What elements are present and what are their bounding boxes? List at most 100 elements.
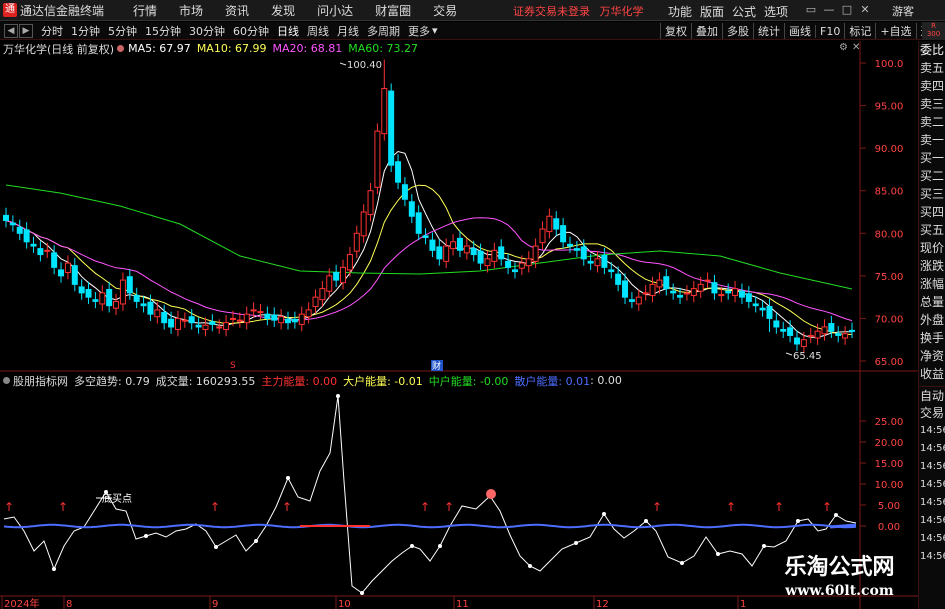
retail-energy-end (829, 523, 857, 529)
up-ticker[interactable]: R 300 (922, 22, 945, 40)
candle-up (119, 279, 126, 305)
candle-up (216, 326, 223, 329)
side-panel: 委比 卖五 卖四 卖三 卖二 卖一 买一 买二 买三 买四 买五 现价 涨跌 涨… (918, 41, 945, 609)
ma-settings-icon[interactable] (117, 45, 125, 52)
side-sell5[interactable]: 卖五 (919, 59, 945, 77)
menu-wealth[interactable]: 财富圈 (375, 2, 411, 19)
indicator-axis-label: 10.00 (875, 480, 904, 491)
candle-down (477, 250, 484, 264)
period-daily[interactable]: 日线 (277, 23, 299, 39)
trend-dot (680, 561, 684, 565)
period-multi[interactable]: 多周期 (367, 23, 400, 39)
candle-down (92, 299, 99, 302)
trend-dot (254, 539, 258, 543)
price-axis-label: 65.00 (875, 357, 904, 368)
next-arrow-icon[interactable]: ▶ (19, 23, 33, 38)
close-icon[interactable]: ✕ (858, 3, 872, 17)
candle-down (677, 294, 684, 298)
candle-down (9, 222, 16, 226)
toolbar-multi[interactable]: 多股 (722, 23, 753, 39)
side-wei-bi[interactable]: 委比 (919, 41, 945, 59)
side-sell3[interactable]: 卖三 (919, 95, 945, 113)
side-outer: 外盘 (920, 313, 945, 327)
candle-down (401, 184, 408, 200)
candle-down (456, 237, 463, 251)
period-more[interactable]: 更多 (408, 23, 430, 39)
chart-area[interactable]: ↑ ↑ ↑ ↑ ↑ ↑ ↑ ↑ ↑ ↑ 100.095.0090.0085.0080.0075.0… (0, 41, 918, 609)
candle-down (429, 239, 436, 251)
period-30min[interactable]: 30分钟 (189, 23, 225, 39)
period-5min[interactable]: 5分钟 (108, 23, 137, 39)
side-time-2: 14:56 (920, 443, 945, 454)
menu-ask[interactable]: 问小达 (317, 2, 353, 19)
side-buy2[interactable]: 买二 (919, 167, 945, 185)
indicator-header: 股朋指标网 多空趋势: 0.79 成交量: 160293.55 主力能量: 0.… (0, 373, 622, 388)
maximize-icon[interactable]: □ (840, 3, 854, 17)
toolbar-overlay[interactable]: 叠加 (691, 23, 722, 39)
candle-down (30, 243, 37, 247)
candle-down (395, 161, 402, 183)
period-1min[interactable]: 1分钟 (71, 23, 100, 39)
skin-icon[interactable]: ▭ (804, 3, 818, 17)
candle-up (635, 296, 642, 305)
side-auto[interactable]: 自动 (919, 386, 945, 404)
side-sell4[interactable]: 卖四 (919, 77, 945, 95)
menu-trade[interactable]: 交易 (433, 2, 457, 19)
toolbar-stats[interactable]: 统计 (753, 23, 784, 39)
candle-down (587, 260, 594, 264)
prev-arrow-icon[interactable]: ◀ (4, 23, 18, 38)
candle-up (539, 228, 546, 244)
candle-up (278, 316, 285, 324)
side-change: 涨跌 (920, 259, 945, 273)
more-dropdown-icon[interactable]: ▾ (432, 24, 438, 37)
period-weekly[interactable]: 周线 (307, 23, 329, 39)
title-bar: 通 通达信金融终端 行情 市场 资讯 发现 问小达 财富圈 交易 证券交易未登录… (0, 0, 945, 21)
side-trade[interactable]: 交易 (919, 404, 945, 422)
candle-down (161, 311, 168, 324)
side-sell2[interactable]: 卖二 (919, 113, 945, 131)
guest-login[interactable]: 游客 (892, 3, 914, 19)
toolbar-add-watchlist[interactable]: +自选 (875, 23, 915, 39)
candle-down (388, 90, 395, 166)
period-60min[interactable]: 60分钟 (233, 23, 269, 39)
toolbar-f10[interactable]: F10 (815, 24, 844, 38)
menu-quotes[interactable]: 行情 (133, 2, 157, 19)
candle-up (360, 211, 367, 237)
period-monthly[interactable]: 月线 (337, 23, 359, 39)
menu-news[interactable]: 资讯 (225, 2, 249, 19)
period-bar: ◀ ▶ 分时 1分钟 5分钟 15分钟 30分钟 60分钟 日线 周线 月线 多… (0, 22, 945, 40)
trend-dot (214, 545, 218, 549)
side-buy5[interactable]: 买五 (919, 221, 945, 239)
candle-down (511, 269, 518, 273)
menu-formula[interactable]: 公式 (732, 3, 756, 20)
menu-discover[interactable]: 发现 (271, 2, 295, 19)
broker-status[interactable]: 证券交易未登录 万华化学 (513, 3, 644, 19)
ma60-label: MA60: 73.27 (348, 42, 418, 55)
side-buy3[interactable]: 买三 (919, 185, 945, 203)
toolbar-draw[interactable]: 画线 (784, 23, 815, 39)
settings-gear-icon[interactable]: ⚙ (839, 42, 848, 53)
side-volume: 总量 (920, 295, 945, 309)
menu-layout[interactable]: 版面 (700, 3, 724, 20)
x-axis-label: 10 (338, 599, 351, 609)
menu-function[interactable]: 功能 (668, 3, 692, 20)
side-buy4[interactable]: 买四 (919, 203, 945, 221)
buy-arrow-icon: ↑ (4, 500, 14, 514)
side-sell1[interactable]: 卖一 (919, 131, 945, 149)
period-tick[interactable]: 分时 (41, 23, 63, 39)
menu-options[interactable]: 选项 (764, 3, 788, 20)
toolbar-mark[interactable]: 标记 (844, 23, 875, 39)
candle-up (64, 262, 71, 273)
side-price: 现价 (920, 241, 945, 255)
indicator-settings-icon[interactable] (3, 377, 10, 384)
candle-up (319, 288, 326, 301)
chart-close-icon[interactable]: ✕ (852, 42, 860, 53)
candle-up (174, 317, 181, 330)
side-buy1[interactable]: 买一 (919, 149, 945, 167)
toolbar-adjust[interactable]: 复权 (660, 23, 691, 39)
menu-market[interactable]: 市场 (179, 2, 203, 19)
candle-down (601, 254, 608, 268)
minimize-icon[interactable]: — (822, 3, 836, 17)
period-15min[interactable]: 15分钟 (145, 23, 181, 39)
trend-dot (834, 513, 838, 517)
